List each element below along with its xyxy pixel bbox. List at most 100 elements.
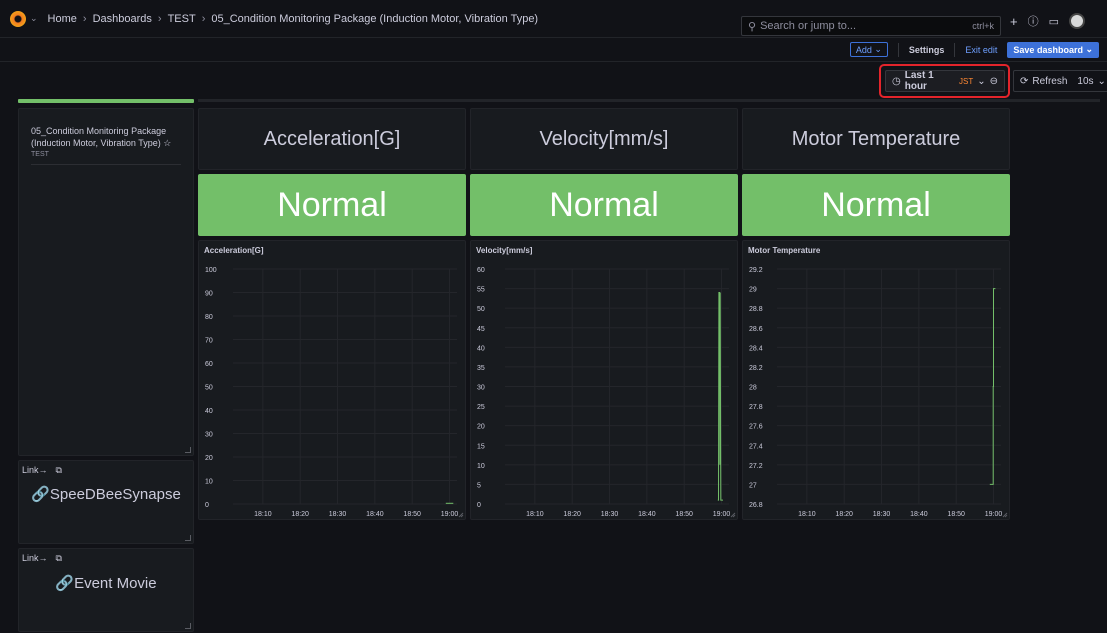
y-tick-label: 45: [477, 326, 485, 333]
x-tick-label: 19:00: [713, 511, 731, 518]
y-tick-label: 27.8: [749, 404, 763, 411]
synapse-link[interactable]: 🔗SpeeDBeeSynapse: [19, 485, 193, 503]
chevron-down-icon[interactable]: ⌄: [30, 13, 38, 24]
y-tick-label: 60: [477, 267, 485, 274]
link-icon: 🔗: [31, 486, 50, 503]
y-tick-label: 40: [477, 345, 485, 352]
zoom-out-icon[interactable]: ⊖: [990, 76, 998, 87]
link-panel-synapse: Link→ ⧉ 🔗SpeeDBeeSynapse: [18, 460, 194, 544]
dashboard-description: 05_Condition Monitoring Package (Inducti…: [31, 126, 172, 148]
resize-handle-icon[interactable]: [185, 623, 191, 629]
link-panel-title: Link→ ⧉: [22, 465, 62, 476]
y-tick-label: 28.4: [749, 345, 763, 352]
x-tick-label: 18:10: [254, 511, 272, 518]
breadcrumb-dashboards[interactable]: Dashboards: [93, 13, 152, 25]
chart-panel-temperature: Motor Temperature 29.2 29 28.8 28.6 28.4 28.2…: [742, 240, 1010, 520]
y-tick-label: 30: [477, 385, 485, 392]
settings-button[interactable]: Settings: [909, 45, 945, 55]
x-tick-label: 19:00: [985, 511, 1003, 518]
external-link-icon[interactable]: ⧉: [56, 465, 62, 476]
star-icon[interactable]: ☆: [163, 138, 171, 148]
x-tick-label: 18:20: [835, 511, 853, 518]
external-link-icon[interactable]: ⧉: [56, 553, 62, 564]
text-panel: 05_Condition Monitoring Package (Inducti…: [18, 108, 194, 456]
exit-edit-button[interactable]: Exit edit: [965, 45, 997, 55]
breadcrumb-separator-icon: ›: [157, 12, 162, 25]
add-button[interactable]: Add ⌄: [849, 42, 888, 57]
x-tick-label: 18:50: [947, 511, 965, 518]
y-tick-label: 26.8: [749, 502, 763, 509]
title-panel-velocity: Velocity[mm/s]: [470, 108, 738, 170]
search-icon: ⚲: [748, 20, 757, 33]
resize-handle-icon[interactable]: [185, 447, 191, 453]
x-tick-label: 18:20: [291, 511, 309, 518]
news-icon[interactable]: ▭: [1049, 15, 1059, 28]
x-tick-label: 18:30: [873, 511, 891, 518]
y-tick-label: 30: [205, 432, 213, 439]
timezone-label: JST: [958, 76, 974, 86]
top-bar-actions: + ⓘ ▭: [1010, 13, 1085, 29]
x-tick-label: 18:10: [526, 511, 544, 518]
search-input[interactable]: ⚲ Search or jump to... ctrl+k: [741, 16, 1001, 36]
y-tick-label: 100: [205, 267, 217, 274]
divider: [897, 42, 899, 57]
row-divider: [198, 99, 1100, 102]
help-icon[interactable]: ⓘ: [1028, 13, 1039, 29]
save-dashboard-button[interactable]: Save dashboard ⌄: [1007, 41, 1099, 58]
temperature-chart: 29.2 29 28.8 28.6 28.4 28.2 28 27.8 27.6 27.4 27.2…: [749, 267, 1008, 518]
resize-handle-icon: [730, 512, 736, 518]
clock-icon: ◷: [892, 75, 901, 87]
breadcrumb-home[interactable]: Home: [48, 13, 77, 25]
y-tick-label: 20: [477, 424, 485, 431]
y-tick-label: 50: [205, 385, 213, 392]
link-panel-title: Link→ ⧉: [22, 553, 62, 564]
y-tick-label: 50: [477, 306, 485, 313]
refresh-interval[interactable]: 10s: [1077, 76, 1093, 87]
chart-panel-acceleration: Acceleration[G] 100 90 80 70 60 50 40 30 20 10 0 18…: [198, 240, 466, 520]
x-tick-label: 18:10: [798, 511, 816, 518]
stat-panel-temperature: Normal: [742, 174, 1010, 236]
link-panel-event-movie: Link→ ⧉ 🔗Event Movie: [18, 548, 194, 632]
resize-handle-icon[interactable]: [185, 535, 191, 541]
chart-panel-velocity: Velocity[mm/s] 60 55 50 45 40 35 30 25 20 15 10 5 0 1…: [470, 240, 738, 520]
y-tick-label: 5: [477, 482, 481, 489]
y-tick-label: 27: [749, 482, 757, 489]
x-tick-label: 19:00: [441, 511, 459, 518]
title-panel-acceleration: Acceleration[G]: [198, 108, 466, 170]
title-panel-temperature: Motor Temperature: [742, 108, 1010, 170]
breadcrumb-folder[interactable]: TEST: [168, 13, 196, 25]
y-tick-label: 28.2: [749, 365, 763, 372]
y-tick-label: 70: [205, 338, 213, 345]
event-movie-link[interactable]: 🔗Event Movie: [19, 574, 193, 592]
y-tick-label: 10: [477, 463, 485, 470]
stat-panel-velocity: Normal: [470, 174, 738, 236]
x-tick-label: 18:40: [366, 511, 384, 518]
breadcrumb-dashboard[interactable]: 05_Condition Monitoring Package (Inducti…: [211, 13, 538, 25]
x-tick-label: 18:20: [563, 511, 581, 518]
x-tick-label: 18:40: [910, 511, 928, 518]
y-tick-label: 28.8: [749, 306, 763, 313]
resize-handle-icon: [458, 512, 464, 518]
acceleration-chart: 100908070605040302010018:10 18:20 18:30 18:…: [205, 267, 464, 518]
chevron-down-icon: ⌄: [977, 75, 986, 87]
breadcrumb: Home › Dashboards › TEST › 05_Condition …: [48, 13, 539, 25]
stat-panel-acceleration: Normal: [198, 174, 466, 236]
velocity-chart: 60555045403530252015105018:10 18:20 18:30 1…: [477, 267, 736, 518]
avatar[interactable]: [1069, 13, 1085, 29]
breadcrumb-separator-icon: ›: [201, 12, 206, 25]
y-tick-label: 20: [205, 455, 213, 462]
plus-icon[interactable]: +: [1010, 14, 1018, 29]
breadcrumb-separator-icon: ›: [82, 12, 87, 25]
grafana-logo-icon[interactable]: [10, 10, 26, 27]
refresh-button[interactable]: ⟳ Refresh 10s ⌄: [1013, 70, 1107, 92]
link-icon: 🔗: [55, 575, 75, 592]
folder-label: TEST: [31, 151, 49, 158]
search-placeholder: Search or jump to...: [760, 20, 857, 32]
x-tick-label: 18:40: [638, 511, 656, 518]
x-tick-label: 18:30: [601, 511, 619, 518]
chevron-down-icon: ⌄: [1097, 75, 1106, 87]
x-tick-label: 18:50: [675, 511, 693, 518]
y-tick-label: 0: [477, 502, 481, 509]
time-range-picker[interactable]: ◷ Last 1 hour JST ⌄ ⊖: [885, 70, 1005, 92]
y-tick-label: 35: [477, 365, 485, 372]
